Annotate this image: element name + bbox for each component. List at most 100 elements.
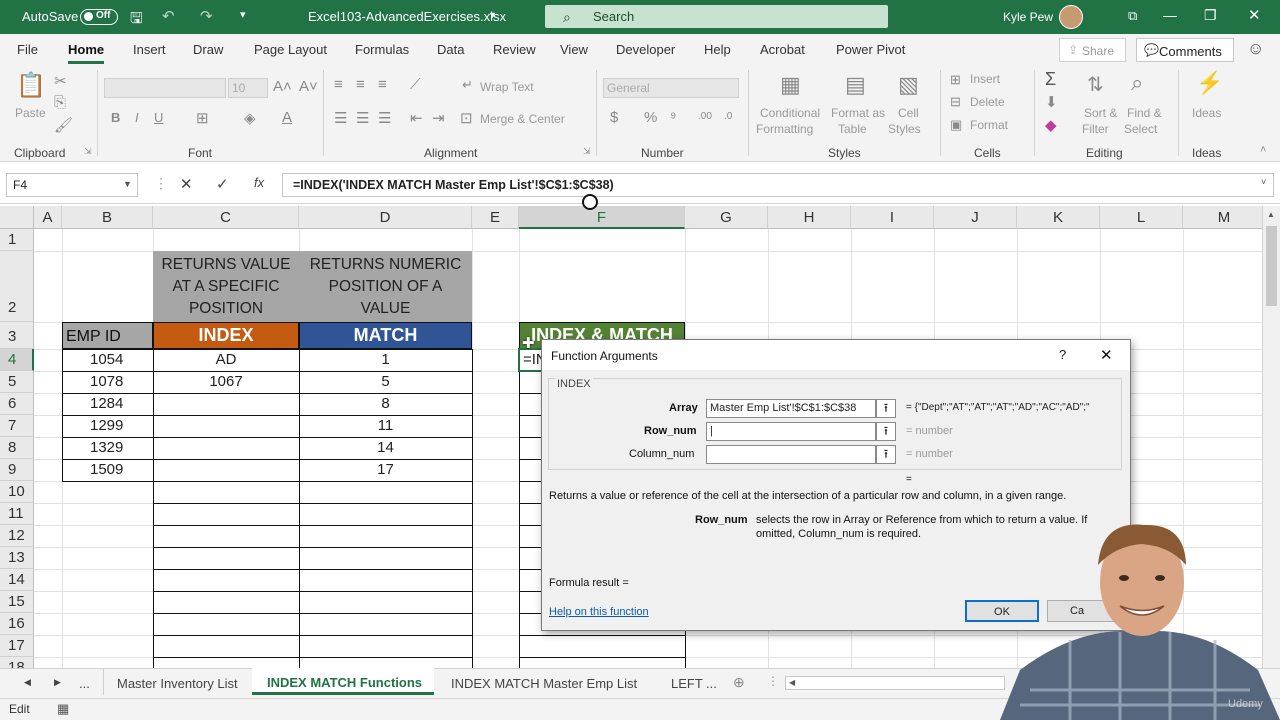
cell-styles-icon[interactable]: ▧ — [898, 72, 919, 98]
tab-acrobat[interactable]: Acrobat — [760, 42, 805, 57]
fill-icon[interactable]: ⬇ — [1045, 93, 1058, 111]
cell-d3[interactable]: MATCH — [299, 322, 472, 349]
conditional-formatting-label-1[interactable]: Conditional — [760, 106, 820, 120]
col-header-l[interactable]: L — [1100, 206, 1183, 229]
conditional-formatting-label-2[interactable]: Formatting — [756, 122, 813, 136]
expand-formula-bar-icon[interactable]: ˅ — [1261, 177, 1266, 187]
row-header-5[interactable]: 5 — [0, 371, 34, 393]
format-as-table-label-2[interactable]: Table — [838, 122, 867, 136]
file-name-chevron-icon[interactable]: ▼ — [488, 10, 497, 20]
autosave-toggle[interactable]: Off — [80, 9, 118, 25]
tabs-ellipsis-left[interactable]: ... — [79, 676, 90, 691]
paste-label[interactable]: Paste — [15, 106, 46, 120]
row-header-4[interactable]: 4 — [0, 349, 34, 371]
row-header-17[interactable]: 17 — [0, 635, 34, 657]
row-header-7[interactable]: 7 — [0, 415, 34, 437]
row-num-input[interactable]: | — [706, 422, 876, 441]
tab-data[interactable]: Data — [437, 42, 464, 57]
undo-icon[interactable]: ↶ — [162, 7, 175, 25]
orientation-icon[interactable]: ⟋ — [410, 76, 421, 93]
format-cells-icon[interactable]: ▣ — [950, 117, 962, 133]
conditional-formatting-icon[interactable]: ▦ — [780, 72, 801, 98]
font-size-dropdown[interactable]: 10 — [228, 78, 268, 98]
underline-icon[interactable]: U — [154, 110, 163, 125]
col-header-i[interactable]: I — [851, 206, 934, 229]
share-button[interactable]: ⇪ Share — [1059, 38, 1126, 62]
collapse-ribbon-icon[interactable]: ˄ — [1260, 144, 1266, 156]
italic-icon[interactable]: I — [135, 110, 139, 125]
col-header-h[interactable]: H — [768, 206, 851, 229]
row-num-collapse-icon[interactable]: ⭱ — [876, 422, 896, 441]
restore-icon[interactable]: ❐ — [1204, 7, 1217, 24]
cell-b3[interactable]: EMP ID — [62, 322, 153, 349]
array-input[interactable]: Master Emp List'!$C$1:$C$38 — [706, 399, 876, 418]
align-bottom-icon[interactable]: ≡ — [378, 76, 387, 93]
ribbon-display-icon[interactable]: ⧉ — [1128, 8, 1137, 24]
col-header-b[interactable]: B — [62, 206, 153, 229]
align-top-icon[interactable]: ≡ — [334, 76, 343, 93]
percent-icon[interactable]: % — [644, 109, 657, 126]
tab-scroll-right-icon[interactable]: ▶ — [54, 677, 61, 688]
column-num-collapse-icon[interactable]: ⭱ — [876, 445, 896, 464]
col-header-d[interactable]: D — [299, 206, 472, 229]
avatar[interactable] — [1059, 5, 1083, 29]
column-num-input[interactable] — [706, 445, 876, 464]
tabs-splitter-icon[interactable]: ⋮ — [767, 674, 779, 688]
confirm-entry-icon[interactable]: ✓ — [216, 175, 229, 193]
fill-color-icon[interactable]: ◈ — [244, 109, 256, 127]
align-middle-icon[interactable]: ≡ — [356, 76, 365, 93]
comma-icon[interactable]: ⁹ — [670, 109, 676, 126]
comments-button[interactable]: 💬 Comments — [1136, 38, 1234, 62]
row-header-6[interactable]: 6 — [0, 393, 34, 415]
col-header-e[interactable]: E — [472, 206, 519, 229]
cut-icon[interactable]: ✂ — [54, 72, 67, 90]
insert-label[interactable]: Insert — [970, 72, 1000, 86]
cell-c4[interactable]: AD — [153, 351, 299, 368]
format-as-table-label-1[interactable]: Format as — [831, 106, 885, 120]
cell-b6[interactable]: 1284 — [90, 395, 123, 412]
cell-c3[interactable]: INDEX — [153, 322, 299, 349]
close-icon[interactable]: ✕ — [1248, 6, 1261, 24]
find-select-label-2[interactable]: Select — [1124, 122, 1157, 136]
borders-icon[interactable]: ⊞ — [196, 109, 209, 127]
ideas-icon[interactable]: ⚡ — [1196, 70, 1223, 96]
align-left-icon[interactable]: ☰ — [334, 109, 347, 127]
row-header-18[interactable]: 18 — [0, 657, 34, 668]
dialog-close-icon[interactable]: ✕ — [1100, 346, 1113, 364]
insert-cells-icon[interactable]: ⊞ — [950, 72, 961, 88]
cell-b5[interactable]: 1078 — [90, 373, 123, 390]
col-header-a[interactable]: A — [34, 206, 62, 229]
row-header-13[interactable]: 13 — [0, 547, 34, 569]
cell-styles-label-2[interactable]: Styles — [888, 122, 921, 136]
row-header-10[interactable]: 10 — [0, 481, 34, 503]
smiley-icon[interactable]: ☺ — [1247, 39, 1264, 59]
find-select-icon[interactable]: ⌕ — [1131, 70, 1143, 96]
formula-input[interactable]: =INDEX('INDEX MATCH Master Emp List'!$C$… — [282, 173, 1274, 197]
delete-cells-icon[interactable]: ⊟ — [950, 94, 961, 110]
cell-d2[interactable]: RETURNS NUMERIC POSITION OF A VALUE — [299, 251, 472, 322]
wrap-text-icon[interactable]: ↵ — [462, 77, 473, 93]
help-link[interactable]: Help on this function — [549, 606, 649, 618]
cell-d4[interactable]: 1 — [299, 351, 472, 368]
row-header-11[interactable]: 11 — [0, 503, 34, 525]
sort-filter-label-2[interactable]: Filter — [1082, 122, 1109, 136]
col-header-k[interactable]: K — [1017, 206, 1100, 229]
row-header-12[interactable]: 12 — [0, 525, 34, 547]
format-painter-icon[interactable]: 🖌 — [54, 116, 73, 134]
redo-icon[interactable]: ↷ — [200, 7, 213, 25]
select-all-corner[interactable] — [0, 206, 34, 229]
macro-record-icon[interactable]: ▦ — [57, 701, 69, 717]
find-select-label-1[interactable]: Find & — [1127, 106, 1162, 120]
merge-center-label[interactable]: Merge & Center — [480, 112, 565, 126]
paste-icon[interactable]: 📋 — [16, 71, 46, 100]
search-box[interactable]: ⌕ Search — [545, 5, 888, 28]
cell-b8[interactable]: 1329 — [90, 439, 123, 456]
row-header-2[interactable]: 2 — [0, 251, 34, 322]
row-header-8[interactable]: 8 — [0, 437, 34, 459]
col-header-j[interactable]: J — [934, 206, 1017, 229]
new-sheet-icon[interactable]: ⊕ — [733, 674, 745, 691]
sheet-tab-index-match-master-emp-list[interactable]: INDEX MATCH Master Emp List — [451, 676, 637, 691]
format-as-table-icon[interactable]: ▤ — [845, 72, 866, 98]
ideas-label[interactable]: Ideas — [1192, 106, 1221, 120]
cell-b7[interactable]: 1299 — [90, 417, 123, 434]
